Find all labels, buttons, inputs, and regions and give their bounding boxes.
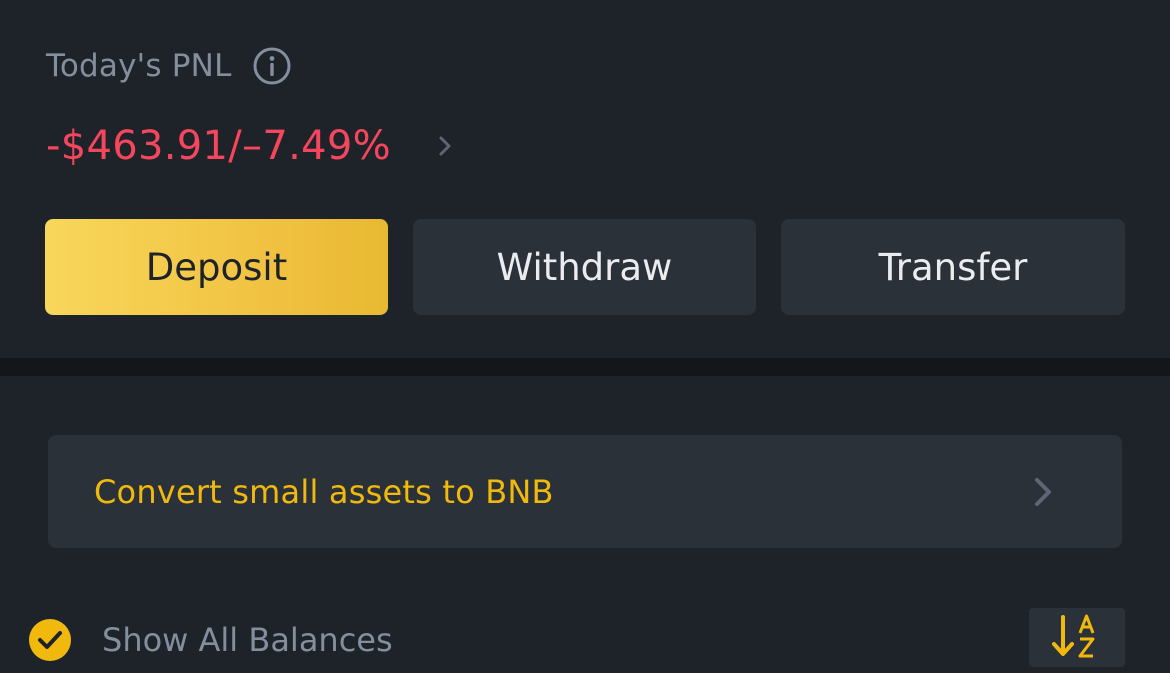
sort-button[interactable] <box>1029 608 1125 667</box>
deposit-button[interactable]: Deposit <box>45 219 388 315</box>
sort-a-z-icon <box>1049 611 1105 665</box>
withdraw-button[interactable]: Withdraw <box>413 219 756 315</box>
chevron-right-icon <box>1032 475 1054 509</box>
convert-small-assets-button[interactable]: Convert small assets to BNB <box>48 435 1122 548</box>
account-summary-panel: Today's PNL -$463.91/–7.49% Deposit With… <box>0 0 1170 358</box>
chevron-right-icon[interactable] <box>435 131 455 161</box>
pnl-header: Today's PNL <box>46 44 292 88</box>
check-circle-icon[interactable] <box>28 618 72 662</box>
transfer-button[interactable]: Transfer <box>781 219 1125 315</box>
pnl-value: -$463.91/–7.49% <box>46 123 391 169</box>
show-all-balances-toggle[interactable]: Show All Balances <box>28 617 393 663</box>
info-icon[interactable] <box>252 46 292 86</box>
convert-small-assets-label: Convert small assets to BNB <box>94 472 554 511</box>
pnl-value-row[interactable]: -$463.91/–7.49% <box>46 118 455 174</box>
section-divider <box>0 358 1170 376</box>
pnl-label: Today's PNL <box>46 48 232 84</box>
show-all-balances-label: Show All Balances <box>102 621 393 659</box>
